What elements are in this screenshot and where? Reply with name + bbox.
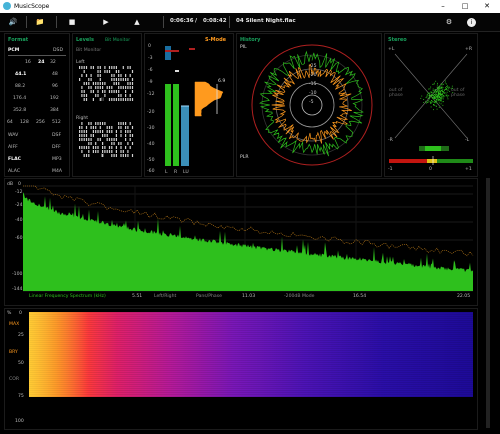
- fmt-flac: FLAC: [8, 157, 21, 162]
- rate-88: 88.2: [15, 84, 26, 89]
- dsd-128: 128: [20, 120, 29, 125]
- fmt-dsf: DSF: [52, 133, 62, 138]
- meter-left: [165, 84, 171, 166]
- svg-text:-15: -15: [309, 81, 317, 87]
- rate-192: 192: [50, 96, 59, 101]
- spectrogram-bright-band: [29, 312, 89, 397]
- rate-96: 96: [52, 84, 58, 89]
- pct-label: %: [7, 311, 12, 316]
- sg-tick-75: 75: [18, 394, 24, 399]
- pcm-label: PCM: [8, 48, 20, 53]
- fmt-alac: ALAC: [8, 169, 21, 174]
- level-meters: [165, 46, 224, 166]
- scrollbar-track[interactable]: [486, 178, 490, 428]
- svg-text:-10: -10: [309, 90, 317, 96]
- fmt-wav: WAV: [8, 133, 19, 138]
- sg-bry: BRY: [9, 350, 18, 355]
- rate-48: 48: [52, 72, 58, 77]
- fmt-aiff: AIFF: [8, 145, 18, 150]
- track-name: 04 Silent Night.flac: [236, 18, 296, 24]
- sg-tick-50: 50: [18, 361, 24, 366]
- stop-icon[interactable]: ■: [66, 17, 78, 27]
- dsd-label: DSD: [53, 48, 63, 53]
- window-title: MusicScope: [14, 3, 50, 10]
- rate-44: 44.1: [15, 72, 27, 77]
- history-panel: History PIL PLR -5 -10 -15 -20 -25: [236, 33, 382, 177]
- play-icon[interactable]: ▶: [100, 17, 112, 27]
- close-icon[interactable]: ✕: [480, 1, 494, 12]
- svg-text:-25: -25: [309, 63, 317, 69]
- dsd-512: 512: [52, 120, 61, 125]
- levels-panel: Levels Bit Monitor Bit Monitor Left II R…: [72, 33, 142, 177]
- goniometer-dots: [420, 80, 454, 111]
- sg-tick-25: 25: [18, 333, 24, 338]
- stereo-panel: Stereo +L +R -R -L out of phase out of p…: [384, 33, 478, 177]
- bit-monitor-graphic: [79, 66, 134, 157]
- fmt-mp3: MP3: [52, 157, 62, 162]
- dsd-256: 256: [36, 120, 45, 125]
- toolbar: 🔊 📁 ■ ▶ ▲ 0:06:36 / 0:08:42 04 Silent Ni…: [0, 13, 500, 32]
- time-divider: /: [195, 18, 198, 24]
- metronome-icon[interactable]: ▲: [131, 17, 143, 27]
- minimize-icon[interactable]: –: [436, 1, 450, 12]
- svg-text:-5: -5: [309, 99, 314, 105]
- maximize-icon[interactable]: □: [458, 1, 472, 12]
- bit-24: 24: [38, 60, 45, 65]
- sg-cor: COR: [9, 377, 20, 382]
- rate-176: 176.4: [13, 96, 27, 101]
- app-icon: [3, 2, 11, 10]
- meter-right: [173, 84, 179, 166]
- spectrum-graph: [23, 185, 474, 292]
- history-radar: -5 -10 -15 -20 -25: [251, 44, 373, 166]
- spectrogram-panel: % 0 MAX 25 BRY 50 COR 75 100: [4, 308, 478, 430]
- time-total: 0:08:42: [203, 18, 227, 24]
- bit-32: 32: [50, 60, 56, 65]
- fmt-m4a: M4A: [52, 169, 63, 174]
- meter-top-cyan: [165, 46, 171, 60]
- time-elapsed: 0:06:36: [170, 18, 194, 24]
- title-bar: MusicScope – □ ✕: [0, 0, 500, 13]
- loudness-histogram: [194, 81, 224, 117]
- format-title: Format: [8, 37, 29, 43]
- rate-384: 384: [50, 108, 59, 113]
- goniometer: [389, 53, 473, 165]
- bit-16: 16: [25, 60, 31, 65]
- bit-grid-left: [79, 66, 134, 101]
- gear-icon[interactable]: ⚙: [443, 17, 455, 27]
- format-panel: Format PCM DSD 16 24 32 44.1 48 88.2 96 …: [4, 33, 70, 177]
- rate-352: 352.8: [13, 108, 27, 113]
- svg-text:-20: -20: [309, 72, 317, 78]
- volume-icon[interactable]: 🔊: [7, 17, 19, 27]
- folder-icon[interactable]: 📁: [34, 17, 46, 27]
- bit-grid-right: [79, 122, 134, 157]
- spectrogram-image: [29, 312, 473, 397]
- dsd-64: 64: [7, 120, 13, 125]
- smode-panel: S-Mode 0 -3 -6 -9 -12 -20 -30 -40 -50 -6…: [144, 33, 234, 177]
- meter-lu: [181, 106, 189, 166]
- sg-max: MAX: [9, 322, 20, 327]
- info-icon[interactable]: i: [467, 18, 476, 27]
- sg-tick-0: 0: [19, 311, 22, 316]
- fmt-dff: DFF: [52, 145, 61, 150]
- sg-tick-100: 100: [15, 419, 24, 424]
- spectrum-panel: dB 0 -12 -24 -40 -60 -100 -144 Linear Fr…: [4, 178, 478, 306]
